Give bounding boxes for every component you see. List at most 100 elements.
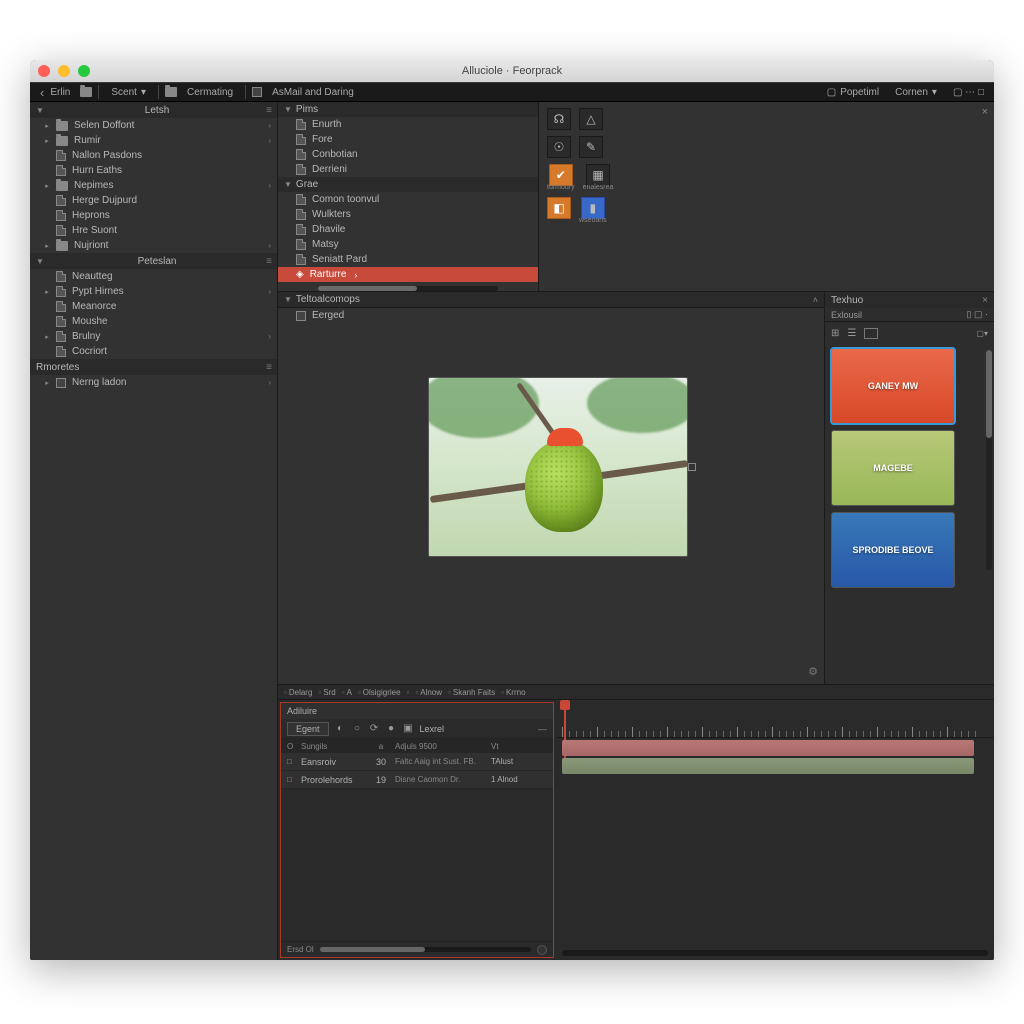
thumbnail[interactable]: GANEY MW bbox=[831, 348, 955, 424]
timeline-columns: OSungilsaAdjuls 9500Vt bbox=[281, 739, 553, 753]
gear-icon[interactable]: ⚙ bbox=[808, 665, 818, 678]
sidebar-item[interactable]: Heprons bbox=[30, 208, 277, 223]
breadcrumb-2[interactable]: AsMail and Daring bbox=[266, 85, 360, 100]
timeline-h-scrollbar[interactable] bbox=[562, 950, 988, 956]
toolbar-extra-icons[interactable]: ▢ ⋯ □ bbox=[947, 85, 990, 100]
close-icon[interactable]: × bbox=[982, 106, 988, 118]
zoom-window-button[interactable] bbox=[78, 65, 90, 77]
track-clip-1[interactable] bbox=[562, 740, 974, 756]
tl-icon[interactable]: ○ bbox=[352, 723, 363, 734]
plist-item[interactable]: Matsy bbox=[278, 237, 538, 252]
sidebar-section-header[interactable]: Rmoretes≡ bbox=[30, 359, 277, 375]
plist-item[interactable]: Wulkters bbox=[278, 207, 538, 222]
plist-section-header[interactable]: ▼Grae bbox=[278, 177, 538, 192]
sidebar-item[interactable]: ▸Rumir› bbox=[30, 133, 277, 148]
status-bar: ▫ Delarg ▫ Srd ▫ A ▫ Olsigigriee ▫ ▫ Alnow ▫ … bbox=[278, 684, 994, 700]
thumbnails-panel: Texhuo × Exlousil ▯ ▢ · ⊞ ☰ ▢▾ GANEY bbox=[824, 292, 994, 684]
sidebar-item[interactable]: ▸Nujriont› bbox=[30, 238, 277, 253]
tool-caption: enalesrea bbox=[583, 184, 614, 191]
toolbar-right-1[interactable]: ▢ Popetiml bbox=[821, 85, 885, 100]
sidebar-item[interactable]: Cocriort bbox=[30, 344, 277, 359]
tool-btn-8[interactable]: ▮ bbox=[581, 197, 605, 219]
thumbs-menu-icon[interactable]: ▢▾ bbox=[976, 329, 988, 338]
sidebar-item[interactable]: ▸Selen Doffont› bbox=[30, 118, 277, 133]
document-icon bbox=[252, 87, 262, 97]
minimize-window-button[interactable] bbox=[58, 65, 70, 77]
sidebar-item[interactable]: ▸Pypt Hirnes› bbox=[30, 284, 277, 299]
status-item[interactable]: ▫ Srd bbox=[318, 688, 335, 697]
sidebar-item[interactable]: Nallon Pasdons bbox=[30, 148, 277, 163]
tool-btn-5[interactable]: ✔ bbox=[549, 164, 573, 186]
status-item[interactable]: ▫ Skanh Faits bbox=[448, 688, 495, 697]
sidebar-item[interactable]: Neautteg bbox=[30, 269, 277, 284]
timeline-zoom-slider[interactable] bbox=[320, 947, 531, 952]
timeline-ruler[interactable] bbox=[556, 700, 994, 738]
sidebar-item[interactable]: Meanorce bbox=[30, 299, 277, 314]
status-item[interactable]: ▫ bbox=[407, 688, 410, 697]
plist-item[interactable]: Conbotian bbox=[278, 147, 538, 162]
thumbnail[interactable]: SPRODIBE BEOVE bbox=[831, 512, 955, 588]
status-item[interactable]: ▫ Krrno bbox=[501, 688, 525, 697]
sidebar-item[interactable]: Hurn Eaths bbox=[30, 163, 277, 178]
timeline-zoom-knob[interactable] bbox=[537, 945, 547, 955]
tl-icon[interactable]: ⟳ bbox=[369, 723, 380, 734]
tl-icon[interactable]: ◐ bbox=[335, 723, 346, 734]
view-box-icon[interactable] bbox=[864, 328, 878, 339]
tool-btn-7[interactable]: ◧ bbox=[547, 197, 571, 219]
plist-item[interactable]: Dhavile bbox=[278, 222, 538, 237]
tl-icon[interactable]: ▣ bbox=[403, 723, 414, 734]
breadcrumb-1[interactable]: Cermating bbox=[181, 85, 239, 100]
viewer-canvas-area[interactable]: ⚙ bbox=[278, 323, 824, 684]
sidebar-item[interactable]: ▸Nepimes› bbox=[30, 178, 277, 193]
plist-item[interactable]: Comon toonvul bbox=[278, 192, 538, 207]
timeline-menu-icon[interactable]: — bbox=[538, 724, 547, 734]
timeline-layer-row[interactable]: □Prorolehords19Disne Caomon Dr.1 Alnod bbox=[281, 771, 553, 789]
fruit bbox=[525, 440, 603, 532]
timeline-tab[interactable]: Adiluire bbox=[281, 703, 553, 719]
timeline-tracks[interactable]: × bbox=[556, 700, 994, 960]
tool-btn-4[interactable]: ✎ bbox=[579, 136, 603, 158]
search-dropdown[interactable]: Scent ▾ bbox=[105, 85, 152, 100]
sidebar-section-header[interactable]: ▼Letsh≡ bbox=[30, 102, 277, 118]
plist-scrollbar[interactable] bbox=[318, 286, 498, 291]
sidebar-item[interactable]: Moushe bbox=[30, 314, 277, 329]
status-item[interactable]: ▫ Delarg bbox=[284, 688, 312, 697]
tool-btn-1[interactable]: ☊ bbox=[547, 108, 571, 130]
sidebar-item[interactable]: ▸Nerng ladon› bbox=[30, 375, 277, 390]
status-item[interactable]: ▫ Olsigigriee bbox=[358, 688, 401, 697]
plist-item[interactable]: Enurth bbox=[278, 117, 538, 132]
status-item[interactable]: ▫ A bbox=[342, 688, 352, 697]
sidebar-section-header[interactable]: ▼Peteslan≡ bbox=[30, 253, 277, 269]
list-icon[interactable]: ☰ bbox=[847, 328, 856, 339]
thumbnail[interactable]: MAGEBE bbox=[831, 430, 955, 506]
toolbar-right-2[interactable]: Cornen ▾ bbox=[889, 85, 943, 100]
left-sidebar: ▼Letsh≡▸Selen Doffont›▸Rumir›Nallon Pasd… bbox=[30, 102, 278, 960]
thumbs-sub-icons[interactable]: ▯ ▢ · bbox=[967, 309, 988, 320]
tool-btn-6[interactable]: ▦ bbox=[586, 164, 610, 186]
grid-icon[interactable]: ⊞ bbox=[831, 328, 839, 339]
close-window-button[interactable] bbox=[38, 65, 50, 77]
tool-caption: wseoans bbox=[579, 217, 607, 224]
sidebar-item[interactable]: ▸Brulny› bbox=[30, 329, 277, 344]
timeline-layer-row[interactable]: □Eansroiv30Faltc Aaig int Sust. FB.TAlus… bbox=[281, 753, 553, 771]
sidebar-item[interactable]: Herge Dujpurd bbox=[30, 193, 277, 208]
viewer-header-minimize[interactable]: ˄ bbox=[813, 295, 818, 305]
plist-item[interactable]: Derrieni bbox=[278, 162, 538, 177]
status-item[interactable]: ▫ Alnow bbox=[415, 688, 442, 697]
timeline-primary-button[interactable]: Egent bbox=[287, 722, 329, 736]
plist-item-selected[interactable]: ◈Rarturre› bbox=[278, 267, 538, 282]
tool-btn-2[interactable]: △ bbox=[579, 108, 603, 130]
plist-item[interactable]: Fore bbox=[278, 132, 538, 147]
back-button[interactable]: Erlin bbox=[34, 83, 76, 102]
plist-item[interactable]: Seniatt Pard bbox=[278, 252, 538, 267]
tool-btn-3[interactable]: ☉ bbox=[547, 136, 571, 158]
thumbs-scrollbar[interactable] bbox=[986, 350, 992, 570]
sidebar-item[interactable]: Hre Suont bbox=[30, 223, 277, 238]
resize-handle[interactable] bbox=[688, 463, 696, 471]
plist-section-header[interactable]: ▼Pims bbox=[278, 102, 538, 117]
canvas-frame[interactable] bbox=[428, 377, 688, 557]
disclosure-triangle-icon[interactable]: ▼ bbox=[284, 295, 292, 304]
close-icon[interactable]: × bbox=[982, 295, 988, 306]
tl-icon[interactable]: ● bbox=[386, 723, 397, 734]
track-clip-2[interactable] bbox=[562, 758, 974, 774]
